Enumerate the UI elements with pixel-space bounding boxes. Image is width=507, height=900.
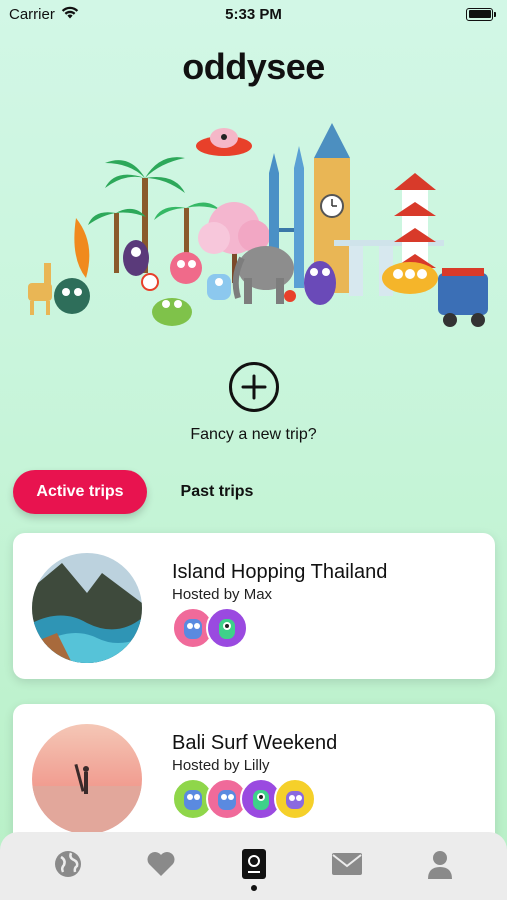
- green-monster-icon: [54, 278, 90, 314]
- palm-trees-icon: [88, 157, 220, 273]
- trip-photo: [32, 724, 142, 834]
- mail-icon: [332, 853, 362, 875]
- travel-illustration: [28, 123, 488, 327]
- bottom-nav: [0, 832, 507, 900]
- nav-messages[interactable]: [327, 844, 367, 884]
- tab-past-trips[interactable]: Past trips: [158, 470, 276, 514]
- heart-icon: [147, 852, 175, 876]
- violet-monster-icon: [304, 261, 336, 305]
- new-trip-button[interactable]: [229, 362, 279, 412]
- lime-monster-icon: [152, 298, 192, 326]
- member-avatars: [172, 607, 248, 649]
- nav-favorites[interactable]: [141, 844, 181, 884]
- tuk-tuk-icon: [438, 268, 488, 327]
- purple-monster-icon: [123, 240, 149, 276]
- nav-profile[interactable]: [420, 844, 460, 884]
- status-time: 5:33 PM: [225, 5, 282, 23]
- active-nav-indicator: [251, 885, 257, 891]
- giraffe-icon: [28, 263, 52, 315]
- nav-trips[interactable]: [234, 844, 274, 884]
- member-avatars: [172, 778, 316, 820]
- app-logo: oddysee: [182, 46, 325, 87]
- trip-photo: [32, 553, 142, 663]
- trip-title: Island Hopping Thailand: [172, 561, 388, 583]
- trip-host: Hosted by Lilly: [172, 757, 270, 774]
- tab-active-trips[interactable]: Active trips: [13, 470, 147, 514]
- new-trip-label: Fancy a new trip?: [190, 426, 317, 443]
- globe-icon: [55, 851, 81, 877]
- plus-icon: [241, 374, 267, 400]
- crab-icon: [284, 290, 296, 302]
- trip-title: Bali Surf Weekend: [172, 732, 338, 754]
- status-bar: Carrier 5:33 PM: [0, 0, 507, 28]
- trip-host: Hosted by Max: [172, 586, 273, 603]
- beach-ball-icon: [141, 273, 159, 291]
- blue-monster-icon: [207, 274, 231, 300]
- battery-icon: [466, 7, 496, 21]
- yellow-monster-icon: [382, 262, 438, 294]
- pink-monster-icon: [170, 252, 202, 284]
- trip-card[interactable]: Bali Surf Weekend Hosted by Lilly: [13, 704, 495, 850]
- profile-icon: [428, 851, 452, 879]
- surfboard-icon: [74, 218, 90, 278]
- green-monster-avatar: [206, 607, 248, 649]
- ufo-icon: [196, 128, 252, 156]
- yellow-monster-avatar: [274, 778, 316, 820]
- passport-icon: [242, 849, 266, 879]
- nav-explore[interactable]: [48, 844, 88, 884]
- trip-card[interactable]: Island Hopping Thailand Hosted by Max: [13, 533, 495, 679]
